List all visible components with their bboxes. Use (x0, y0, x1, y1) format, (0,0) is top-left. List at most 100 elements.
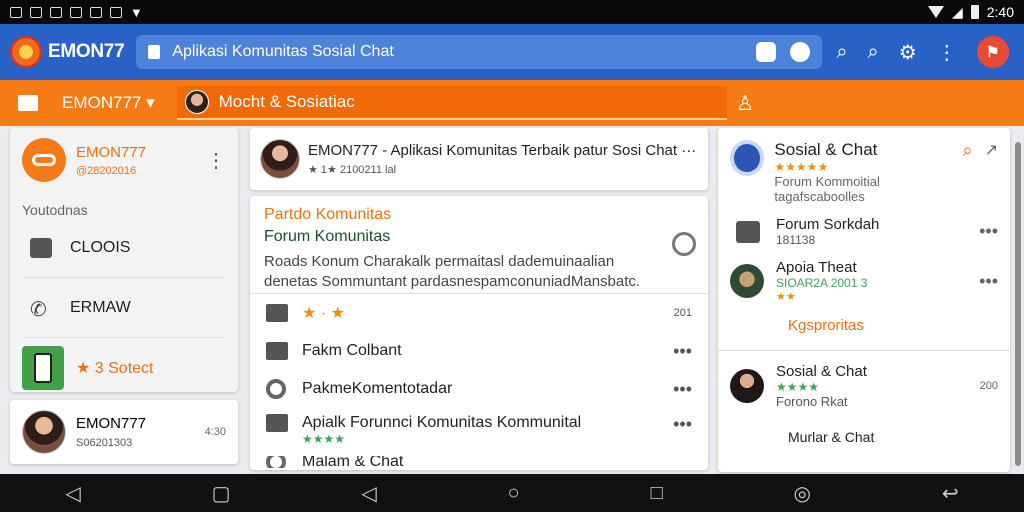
right-panel: Sosial & Chat ★★★★★ Forum Kommoitial tag… (718, 128, 1010, 472)
scrollbar[interactable] (1015, 142, 1021, 466)
document-icon (266, 414, 288, 432)
signal-icon: ◢ (951, 3, 963, 20)
portrait-avatar (730, 369, 764, 403)
search-icon[interactable]: ⌕ (836, 41, 847, 64)
image-icon (266, 342, 288, 360)
right-item-sub: Forono Rkat (776, 394, 848, 409)
right-link[interactable]: Kgsproritas (788, 317, 998, 334)
right-item-theat[interactable]: Apoia Theat SIOAR2A 2001 3 ★★ ••• (730, 259, 998, 303)
assistant-icon[interactable]: ◎ (794, 481, 811, 506)
circle-icon (266, 456, 286, 468)
profile-face-icon (184, 90, 209, 114)
notification-icon (50, 6, 62, 18)
user-time: 4:30 (204, 426, 226, 438)
lock-icon (148, 45, 161, 59)
user-card[interactable]: EMON777 S06201303 4:30 (10, 400, 238, 464)
more-icon[interactable]: ••• (673, 414, 692, 435)
card-subtitle: Forum Komunitas (264, 228, 391, 245)
sidebar-label: ERMAW (70, 298, 131, 316)
more-icon[interactable]: ⋮ (937, 40, 957, 65)
reader-icon[interactable] (756, 42, 777, 62)
notification-icon (90, 6, 102, 18)
back-icon[interactable]: ◁ (361, 481, 376, 506)
notification-icon (10, 6, 22, 18)
phone-icon: ✆ (30, 298, 47, 321)
right-item-stars: ★★★★ (776, 380, 820, 394)
notification-icons: ▼ (10, 5, 143, 20)
feed-row-comment[interactable]: PakmeKomentotadar ••• (250, 370, 708, 408)
feed-row-partial[interactable]: Malam & Chat (250, 456, 708, 468)
profile-name: EMON777 (76, 143, 147, 161)
phone-app-icon (22, 346, 64, 390)
sidebar-item-ermaw[interactable]: ✆ ERMAW (22, 278, 226, 338)
feed-row-ratings[interactable]: ★ · ★ 201 (250, 294, 708, 332)
row-label: Apialk Forunnci Komunitas Kommunital (302, 414, 582, 431)
right-item-title: Sosial & Chat (776, 363, 867, 380)
recents-icon[interactable]: ▢ (212, 481, 231, 506)
address-field[interactable]: Aplikasi Komunitas Sosial Chat (136, 35, 823, 69)
more-icon[interactable]: ••• (673, 341, 692, 362)
chat-icon[interactable] (790, 42, 811, 62)
address-text: Aplikasi Komunitas Sosial Chat (172, 43, 394, 60)
right-item-title: Murlar & Chat (788, 429, 875, 445)
right-stars: ★★★★★ (774, 160, 829, 174)
blue-chat-icon (730, 140, 765, 176)
card-description-line-2: denetas Sommuntant pardasnespamconuniadM… (264, 272, 641, 290)
feed-row-chat[interactable]: Fakm Colbant ••• (250, 332, 708, 370)
more-icon[interactable]: ••• (979, 221, 998, 242)
user-avatar (22, 410, 66, 454)
recents-icon[interactable]: □ (651, 482, 663, 505)
battery-icon (970, 5, 979, 19)
card-description-line-1: Roads Konum Charakalk permaitasl dademui… (264, 253, 615, 270)
left-sidebar: EMON777 @28202016 ⋮ Youtodnas CLOOIS ✆ E… (10, 128, 238, 472)
gear-icon[interactable]: ⚙ (899, 40, 917, 65)
profile-card: EMON777 @28202016 ⋮ Youtodnas CLOOIS ✆ E… (10, 128, 238, 392)
right-item-time: 200 (979, 380, 998, 392)
right-item-forum[interactable]: Forum Sorkdah 181138 ••• (730, 216, 998, 247)
sidebar-item-select[interactable]: ★ 3 Sotect (22, 338, 226, 398)
return-icon[interactable]: ↩ (942, 481, 959, 506)
system-navigation: ◁ ▢ ◁ ○ □ ◎ ↩ (0, 474, 1024, 512)
link-icon[interactable] (672, 232, 696, 256)
row-label: Fakm Colbant (302, 342, 402, 359)
home-icon (736, 220, 760, 243)
more-icon[interactable]: ••• (673, 379, 692, 400)
status-time: 2:40 (986, 4, 1014, 20)
back-icon[interactable]: ◁ (65, 481, 80, 506)
feed-row-community[interactable]: Apialk Forunnci Komunitas Kommunital ★★★… (250, 408, 708, 456)
share-icon[interactable]: ↗ (985, 140, 998, 160)
profile-avatar-icon (22, 138, 66, 182)
main-feed: EMON777 - Aplikasi Komunitas Terbaik pat… (250, 128, 708, 472)
nav-brand-dropdown[interactable]: EMON777 ▾ (62, 93, 155, 113)
flag-avatar-icon[interactable]: ⚑ (976, 36, 1009, 68)
right-item-sosial[interactable]: Sosial & Chat ★★★★ Forono Rkat 200 (718, 350, 1010, 421)
community-card: Partdo Komunitas Forum Komunitas Roads K… (250, 196, 708, 470)
feed-subtitle: ★ 1★ 2100211 lal (308, 164, 397, 176)
arrow-down-icon: ▼ (130, 4, 143, 20)
menu-icon[interactable] (18, 95, 38, 111)
community-search[interactable]: Mocht & Sosiatiac (176, 86, 727, 120)
user-id: S06201303 (76, 437, 133, 449)
sidebar-item-clooids[interactable]: CLOOIS (22, 218, 226, 278)
notification-icon (30, 6, 42, 18)
home-icon (266, 304, 288, 322)
right-subtitle: Forum Kommoitial tagafscaboolles (774, 174, 880, 204)
search-notification-icon[interactable]: ⌕ (868, 41, 879, 64)
profile-more-icon[interactable]: ⋮ (206, 148, 226, 173)
card-heading: Partdo Komunitas (264, 206, 392, 223)
person-icon[interactable]: ♙ (736, 91, 754, 116)
right-item-title: Apoia Theat (776, 259, 857, 276)
feed-title: EMON777 - Aplikasi Komunitas Terbaik pat… (308, 142, 697, 159)
profile-id: @28202016 (76, 164, 137, 177)
status-bar: ▼ ◢ 2:40 (0, 0, 1024, 24)
right-header[interactable]: Sosial & Chat ★★★★★ Forum Kommoitial tag… (730, 140, 998, 204)
notification-icon (70, 6, 82, 18)
more-icon[interactable]: ••• (979, 271, 998, 292)
image-icon (30, 237, 52, 258)
search-icon[interactable]: ⌕ (963, 140, 973, 161)
home-icon[interactable]: ○ (508, 482, 520, 505)
feed-header-card[interactable]: EMON777 - Aplikasi Komunitas Terbaik pat… (250, 128, 708, 190)
section-title: Youtodnas (22, 202, 88, 218)
navigation-bar: EMON777 ▾ Mocht & Sosiatiac ♙ (0, 80, 1024, 126)
search-text: Mocht & Sosiatiac (218, 92, 355, 111)
